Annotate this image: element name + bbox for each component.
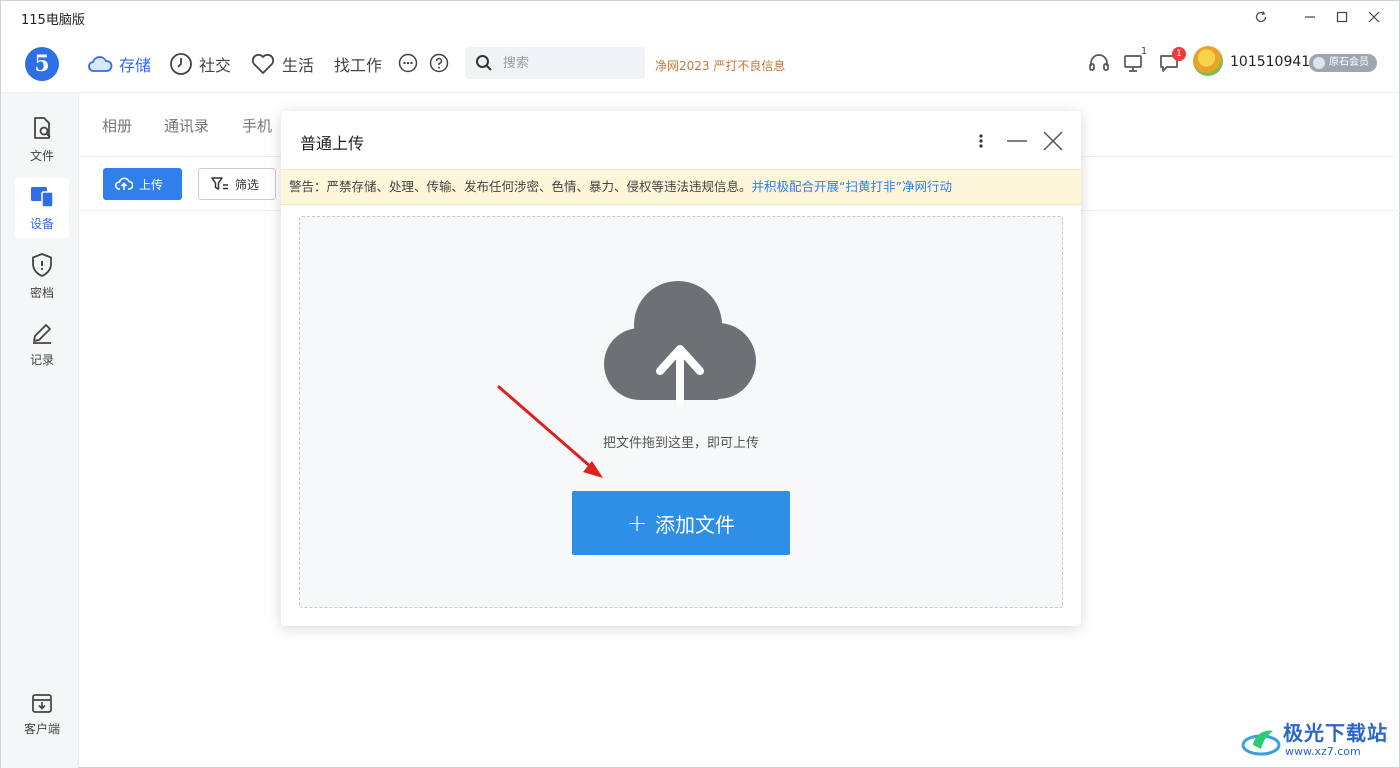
sidebar-item-devices-label: 设备 [29,216,54,231]
search-box[interactable] [465,47,645,79]
devices-icon [31,186,54,208]
warning-link[interactable]: 并积极配合开展“扫黄打非”净网行动 [752,179,952,194]
search-input[interactable] [503,53,633,73]
tab-contacts[interactable]: 通讯录 [164,115,209,136]
device-count-badge: 1 [1140,46,1148,57]
maximize-button[interactable] [1330,5,1354,29]
more-icon[interactable] [398,53,418,73]
nav-storage[interactable]: 存储 [87,52,151,76]
watermark: 极光下载站 www.xz7.com [1241,717,1400,765]
add-files-button[interactable]: + 添加文件 [572,491,790,555]
sidebar-item-files[interactable]: 文件 [15,109,69,169]
nav-social-label: 社交 [199,56,232,75]
cloud-icon [88,56,113,72]
shield-icon [32,252,52,277]
sidebar-item-records-label: 记录 [29,352,54,367]
more-vertical-icon[interactable] [967,127,995,155]
headset-icon[interactable] [1087,51,1111,75]
message-count-badge: 1 [1172,47,1186,61]
help-icon[interactable] [429,53,449,73]
sidebar-item-devices[interactable]: 设备 [15,178,69,238]
dialog-title: 普通上传 [300,134,365,153]
nav-life[interactable]: 生活 [250,52,314,76]
tab-phone[interactable]: 手机 [242,115,272,136]
cloud-upload-large-icon [604,281,756,407]
promo-text[interactable]: 净网2023 严打不良信息 [655,57,785,74]
add-files-label: 添加文件 [655,512,736,537]
nav-jobs[interactable]: 找工作 [334,52,382,76]
refresh-icon[interactable] [1249,5,1273,29]
filter-button-label: 筛选 [235,177,260,192]
app-title: 115电脑版 [21,13,85,28]
file-search-icon [34,116,51,139]
nav-social[interactable]: 社交 [169,52,231,76]
title-bar: 115电脑版 [1,1,1399,33]
pencil-icon [33,323,51,344]
warning-text: 警告：严禁存储、处理、传输、发布任何涉密、色情、暴力、侵权等违法违规信息。 [289,179,752,194]
minimize-button[interactable] [1298,5,1322,29]
heart-icon [251,53,275,74]
watermark-title: 极光下载站 [1283,721,1388,745]
sidebar-item-files-label: 文件 [29,148,54,163]
member-badge[interactable]: 原石会员 [1309,54,1377,72]
app-logo[interactable]: 5 [25,47,59,81]
drop-zone[interactable]: 把文件拖到这里，即可上传 + 添加文件 [299,216,1063,608]
watermark-url: www.xz7.com [1285,745,1361,758]
cloud-upload-icon [115,177,133,190]
upload-button[interactable]: 上传 [103,168,182,200]
app-window: 115电脑版 5 存储 社交 生活 找工作 搜索 净网2023 严打不良信息 1… [0,0,1400,768]
sidebar-item-client-label: 客户端 [23,721,60,736]
sidebar-item-records[interactable]: 记录 [15,314,69,374]
upload-dialog: 普通上传 警告：严禁存储、处理、传输、发布任何涉密、色情、暴力、侵权等违法违规信… [281,111,1081,626]
search-icon [476,55,492,71]
close-button[interactable] [1362,5,1386,29]
drop-hint-text: 把文件拖到这里，即可上传 [602,436,759,451]
sidebar-item-vault-label: 密档 [29,285,54,300]
sidebar: 文件 设备 密档 记录 客户端 [1,93,79,768]
annotation-arrow [497,385,603,478]
warning-banner: 警告：严禁存储、处理、传输、发布任何涉密、色情、暴力、侵权等违法违规信息。并积极… [281,169,1081,205]
sidebar-item-client[interactable]: 客户端 [13,684,71,744]
username[interactable]: 101510941 [1230,54,1310,70]
upload-button-label: 上传 [139,177,164,192]
dialog-minimize-button[interactable] [1003,127,1031,155]
top-navigation: 5 存储 社交 生活 找工作 净网2023 严打不良信息 1 1 1015109… [1,33,1399,93]
filter-icon [211,177,228,190]
sidebar-item-vault[interactable]: 密档 [15,246,69,306]
download-box-icon [32,693,52,713]
clock-icon [170,53,192,75]
plus-icon: + [626,509,648,537]
nav-storage-label: 存储 [119,56,152,75]
watermark-logo-icon [1241,730,1281,756]
tab-album[interactable]: 相册 [102,115,132,136]
dialog-close-button[interactable] [1039,127,1067,155]
avatar[interactable] [1193,46,1223,76]
filter-button[interactable]: 筛选 [198,168,276,200]
nav-life-label: 生活 [282,56,315,75]
nav-jobs-label: 找工作 [334,56,383,75]
